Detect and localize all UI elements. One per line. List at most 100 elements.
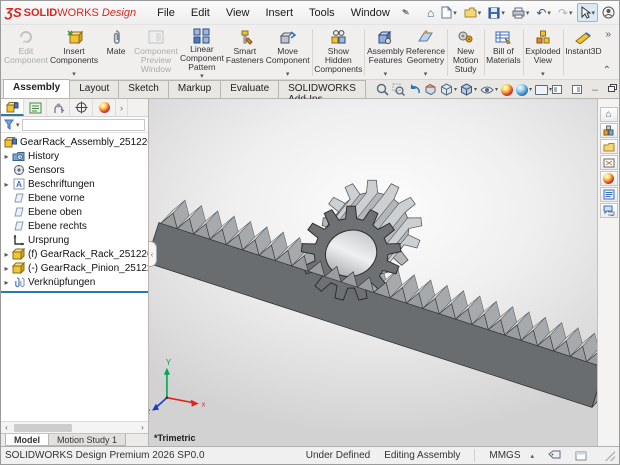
ribbon-overflow-button[interactable]: » bbox=[603, 29, 611, 40]
status-pane-icon[interactable] bbox=[575, 451, 587, 461]
chevron-down-icon[interactable]: ▾ bbox=[547, 9, 551, 17]
next-document-icon[interactable] bbox=[572, 85, 582, 94]
doc-minimize-button[interactable]: – bbox=[592, 85, 598, 95]
dimxpertmanager-tab[interactable] bbox=[70, 99, 93, 116]
zoom-to-area-button[interactable] bbox=[392, 83, 405, 96]
tree-filter-input[interactable] bbox=[22, 119, 145, 131]
chevron-down-icon[interactable]: ▾ bbox=[474, 86, 477, 93]
insert-components-button[interactable]: Insert Components ▾ bbox=[49, 26, 99, 79]
edit-appearance-button[interactable] bbox=[501, 84, 513, 96]
chevron-down-icon[interactable]: ▾ bbox=[541, 70, 545, 79]
show-hidden-components-button[interactable]: Show Hidden Components bbox=[313, 26, 363, 79]
chevron-down-icon[interactable]: ▾ bbox=[424, 70, 428, 79]
propertymanager-tab[interactable] bbox=[24, 99, 47, 116]
tree-item-history[interactable]: ▸ History bbox=[1, 149, 148, 163]
view-settings-button[interactable]: ▾ bbox=[535, 85, 552, 95]
linear-component-pattern-button[interactable]: Linear Component Pattern ▾ bbox=[179, 26, 225, 79]
tree-item-assembly-root[interactable]: GearRack_Assembly_25122601 (Standa bbox=[1, 135, 148, 149]
tree-item-sensors[interactable]: Sensors bbox=[1, 163, 148, 177]
scrollbar-thumb[interactable] bbox=[14, 424, 72, 432]
menu-edit[interactable]: Edit bbox=[184, 4, 217, 22]
section-view-button[interactable] bbox=[424, 83, 437, 96]
tree-item-front-plane[interactable]: Ebene vorne bbox=[1, 191, 148, 205]
move-component-button[interactable]: Move Component ▾ bbox=[265, 26, 311, 79]
instant3d-button[interactable]: Instant3D bbox=[564, 26, 602, 79]
expand-arrow-icon[interactable]: ▸ bbox=[1, 278, 12, 287]
tab-motion-study-1[interactable]: Motion Study 1 bbox=[48, 434, 126, 446]
tab-solidworks-add-ins[interactable]: SOLIDWORKS Add-Ins bbox=[278, 80, 366, 98]
mate-button[interactable]: Mate bbox=[99, 26, 133, 79]
chevron-down-icon[interactable]: ▾ bbox=[478, 9, 482, 17]
ribbon-collapse-button[interactable]: ⌃ bbox=[603, 65, 611, 76]
view-orientation-button[interactable]: ▾ bbox=[440, 83, 457, 96]
displaymanager-tab[interactable] bbox=[93, 99, 116, 116]
custom-properties-button[interactable] bbox=[600, 187, 618, 202]
scroll-right-icon[interactable]: › bbox=[137, 423, 148, 432]
filter-funnel-icon[interactable] bbox=[4, 119, 14, 130]
doc-restore-button[interactable] bbox=[608, 84, 618, 95]
tree-item-gearrack-rack[interactable]: ▸ (f) GearRack_Rack_25122601<1> ( bbox=[1, 247, 148, 261]
chevron-down-icon[interactable]: ▾ bbox=[529, 86, 532, 93]
resources-home-button[interactable]: ⌂ bbox=[600, 107, 618, 122]
chevron-down-icon[interactable]: ▾ bbox=[454, 86, 457, 93]
chevron-down-icon[interactable]: ▾ bbox=[16, 121, 20, 129]
configurationmanager-tab[interactable] bbox=[47, 99, 70, 116]
tree-item-right-plane[interactable]: Ebene rechts bbox=[1, 219, 148, 233]
appearances-scenes-button[interactable] bbox=[600, 171, 618, 186]
expand-arrow-icon[interactable]: ▸ bbox=[1, 180, 12, 189]
chevron-down-icon[interactable]: ▾ bbox=[72, 70, 76, 79]
previous-view-button[interactable] bbox=[408, 83, 421, 96]
reference-geometry-button[interactable]: Reference Geometry ▾ bbox=[405, 26, 446, 79]
bill-of-materials-button[interactable]: Bill of Materials bbox=[485, 26, 521, 79]
select-tool-button[interactable]: ▾ bbox=[577, 3, 599, 22]
tab-layout[interactable]: Layout bbox=[69, 80, 119, 98]
forum-button[interactable] bbox=[600, 203, 618, 218]
display-style-button[interactable]: ▾ bbox=[460, 83, 477, 96]
tree-item-top-plane[interactable]: Ebene oben bbox=[1, 205, 148, 219]
panel-collapse-flap[interactable]: ‹ bbox=[149, 241, 157, 267]
redo-button[interactable]: ↷▾ bbox=[555, 4, 576, 22]
tab-sketch[interactable]: Sketch bbox=[118, 80, 169, 98]
scrollbar-track[interactable] bbox=[12, 423, 137, 433]
print-button[interactable]: ▾ bbox=[509, 4, 533, 22]
tab-markup[interactable]: Markup bbox=[168, 80, 221, 98]
gearrack-pinion-part[interactable] bbox=[301, 180, 421, 300]
tab-model[interactable]: Model bbox=[5, 434, 49, 446]
rollback-bar[interactable] bbox=[1, 291, 148, 293]
tree-item-mates[interactable]: ▸ Verknüpfungen bbox=[1, 275, 148, 289]
menu-window[interactable]: Window bbox=[344, 4, 397, 22]
chevron-down-icon[interactable]: ▾ bbox=[569, 9, 573, 17]
menu-view[interactable]: View bbox=[219, 4, 257, 22]
chevron-down-icon[interactable]: ▾ bbox=[286, 70, 290, 79]
menu-insert[interactable]: Insert bbox=[258, 4, 300, 22]
tab-evaluate[interactable]: Evaluate bbox=[220, 80, 279, 98]
resize-grip[interactable] bbox=[605, 451, 615, 461]
expand-arrow-icon[interactable]: ▸ bbox=[1, 264, 12, 273]
edit-component-button[interactable]: Edit Component bbox=[3, 26, 49, 79]
tree-item-origin[interactable]: Ursprung bbox=[1, 233, 148, 247]
undo-button[interactable]: ↶▾ bbox=[533, 4, 554, 22]
graphics-viewport[interactable]: Yxz ‹ *Trimetric bbox=[149, 99, 597, 446]
chevron-down-icon[interactable]: ▾ bbox=[501, 9, 505, 17]
assembly-features-button[interactable]: Assembly Features ▾ bbox=[366, 26, 405, 79]
save-button[interactable]: ▾ bbox=[485, 4, 508, 22]
chevron-down-icon[interactable]: ▾ bbox=[592, 9, 596, 17]
previous-document-icon[interactable] bbox=[552, 85, 562, 94]
menu-file[interactable]: File bbox=[150, 4, 182, 22]
exploded-view-button[interactable]: Exploded View ▾ bbox=[524, 26, 561, 79]
hide-show-items-button[interactable]: ▾ bbox=[480, 84, 498, 96]
expand-arrow-icon[interactable]: ▸ bbox=[1, 250, 12, 259]
design-library-button[interactable] bbox=[600, 123, 618, 138]
apply-scene-button[interactable]: ▾ bbox=[516, 84, 532, 96]
tab-assembly[interactable]: Assembly bbox=[3, 79, 70, 98]
model-3d[interactable]: Yxz bbox=[149, 99, 597, 446]
chevron-down-icon[interactable]: ▾ bbox=[495, 86, 498, 93]
new-motion-study-button[interactable]: New Motion Study bbox=[449, 26, 483, 79]
account-button[interactable] bbox=[599, 3, 618, 22]
scroll-left-icon[interactable]: ‹ bbox=[1, 423, 12, 432]
tree-item-gearrack-pinion[interactable]: ▸ (-) GearRack_Pinion_25122601<1> bbox=[1, 261, 148, 275]
chevron-down-icon[interactable]: ▾ bbox=[526, 9, 530, 17]
featuremanager-tree-tab[interactable] bbox=[1, 99, 24, 116]
tree-item-annotations[interactable]: ▸ A Beschriftungen bbox=[1, 177, 148, 191]
chevron-down-icon[interactable]: ▾ bbox=[384, 70, 388, 79]
